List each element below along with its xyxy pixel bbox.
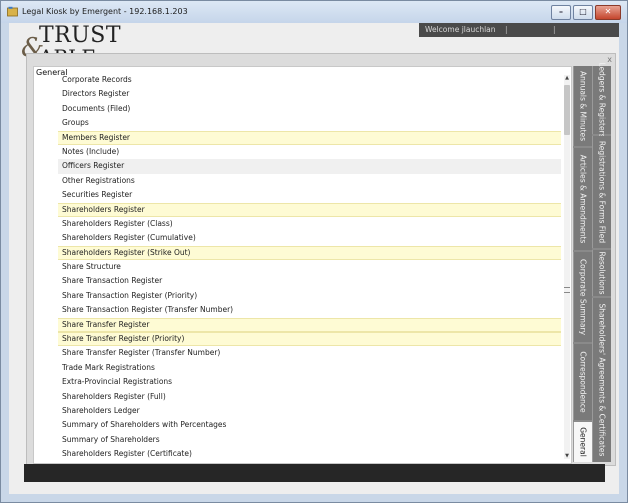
- scrollbar-thumb[interactable]: [564, 85, 570, 135]
- list-item[interactable]: Share Transfer Register: [58, 317, 561, 333]
- list-item[interactable]: Share Transaction Register (Transfer Num…: [58, 303, 561, 317]
- category-tabs: Annuals & Minutes Articles & Amendments Co…: [573, 62, 611, 462]
- maximize-icon: □: [579, 7, 587, 16]
- tab-label: Shareholders' Agreements & Certificates: [597, 303, 607, 457]
- scroll-down-icon[interactable]: ▼: [564, 453, 570, 459]
- list-item[interactable]: Share Transfer Register (Priority): [58, 332, 561, 347]
- tab-shareholders-agreements-certificates[interactable]: Shareholders' Agreements & Certificates: [592, 298, 611, 462]
- minimize-button[interactable]: –: [551, 5, 571, 20]
- tab-annuals-minutes[interactable]: Annuals & Minutes: [573, 66, 592, 146]
- document-list-panel: General Corporate Records Directors Regis…: [33, 66, 572, 464]
- app-window: Legal Kiosk by Emergent - 192.168.1.203 …: [0, 0, 628, 503]
- tab-label: Correspondence: [578, 351, 588, 413]
- tab-column-left: Annuals & Minutes Articles & Amendments Co…: [573, 66, 592, 462]
- title-bar[interactable]: Legal Kiosk by Emergent - 192.168.1.203 …: [1, 1, 627, 23]
- tab-label: Annuals & Minutes: [578, 70, 588, 142]
- tab-corporate-summary[interactable]: Corporate Summary: [573, 252, 592, 342]
- list-item[interactable]: Share Structure: [58, 260, 561, 274]
- list-item[interactable]: Groups: [58, 116, 561, 130]
- close-button[interactable]: ✕: [595, 5, 621, 20]
- tab-articles-amendments[interactable]: Articles & Amendments: [573, 148, 592, 250]
- list-item[interactable]: Share Transaction Register (Priority): [58, 289, 561, 303]
- minimize-icon: –: [559, 7, 563, 16]
- list-item[interactable]: Notes (Include): [58, 145, 561, 159]
- list-item[interactable]: Securities Register: [58, 188, 561, 202]
- tab-label: Articles & Amendments: [578, 154, 588, 244]
- list-item[interactable]: Shareholders Register (Class): [58, 217, 561, 231]
- window-title: Legal Kiosk by Emergent - 192.168.1.203: [22, 7, 188, 16]
- tab-label: Resolutions: [597, 251, 607, 295]
- list-item[interactable]: Shareholders Ledger: [58, 404, 561, 418]
- tab-registrations-forms-filed[interactable]: Registrations & Forms Filed: [592, 136, 611, 248]
- document-dialog: x General Corporate Records Directors Reg…: [26, 53, 616, 466]
- tab-general[interactable]: General: [573, 422, 592, 462]
- tab-ledgers-registers[interactable]: Ledgers & Registers: [592, 62, 611, 138]
- document-list: Corporate Records Directors Register Docum…: [58, 73, 561, 462]
- tab-correspondence[interactable]: Correspondence: [573, 344, 592, 420]
- tab-label: Ledgers & Registers: [597, 62, 607, 138]
- list-item[interactable]: Other Registrations: [58, 174, 561, 188]
- list-item[interactable]: Summary of Shareholders with Percentages: [58, 418, 561, 432]
- tab-label: General: [578, 427, 588, 457]
- list-item[interactable]: Shareholders Register (Full): [58, 390, 561, 404]
- scrollbar-grip-icon: [564, 287, 570, 293]
- list-item[interactable]: Share Transfer Register (Transfer Number…: [58, 346, 561, 360]
- tab-label: Corporate Summary: [578, 258, 588, 336]
- list-item[interactable]: Shareholders Register: [58, 202, 561, 217]
- list-item[interactable]: Corporate Records: [58, 73, 561, 87]
- list-item[interactable]: Shareholders Register (Certificate): [58, 447, 561, 461]
- tab-column-right: Ledgers & Registers Registrations & Forms…: [592, 62, 611, 462]
- vertical-scrollbar[interactable]: ▲ ▼: [564, 75, 570, 459]
- list-item[interactable]: Trade Mark Registrations: [58, 361, 561, 375]
- welcome-text: Welcome jlauchlan: [425, 25, 496, 34]
- list-item[interactable]: Members Register: [58, 130, 561, 145]
- tab-resolutions[interactable]: Resolutions: [592, 250, 611, 296]
- close-icon: ✕: [604, 7, 612, 16]
- list-item[interactable]: Extra-Provincial Registrations: [58, 375, 561, 389]
- list-item[interactable]: Share Transaction Register: [58, 274, 561, 288]
- user-bar: Welcome jlauchlan | |: [419, 23, 619, 37]
- list-item[interactable]: Shareholders Register (Cumulative): [58, 231, 561, 245]
- list-item[interactable]: Officers Register: [58, 159, 561, 174]
- dialog-close-icon[interactable]: x: [607, 55, 612, 64]
- footer-bar: [24, 464, 605, 482]
- maximize-button[interactable]: □: [573, 5, 593, 20]
- header-separator: |: [505, 25, 508, 34]
- header-separator: |: [553, 25, 556, 34]
- list-item[interactable]: Documents (Filed): [58, 102, 561, 116]
- scroll-up-icon[interactable]: ▲: [564, 75, 570, 81]
- list-item[interactable]: Directors Register: [58, 87, 561, 101]
- tab-label: Registrations & Forms Filed: [597, 140, 607, 244]
- window-controls: – □ ✕: [549, 5, 621, 20]
- list-item[interactable]: Summary of Shareholders: [58, 433, 561, 447]
- app-icon: [7, 6, 18, 17]
- app-content: Welcome jlauchlan | | & TRUST ABLE x Gen…: [9, 23, 619, 494]
- list-item[interactable]: Shareholders Register (Strike Out): [58, 245, 561, 261]
